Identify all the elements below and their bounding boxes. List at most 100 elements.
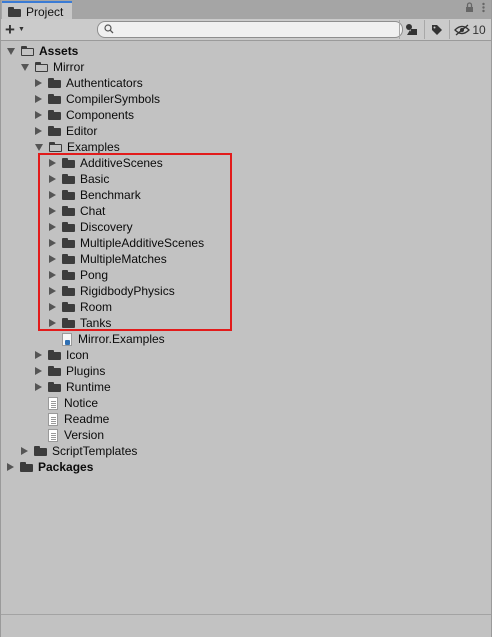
folder-icon <box>48 78 61 88</box>
tree-item-label: RigidbodyPhysics <box>80 284 175 298</box>
tree-row-chat[interactable]: Chat <box>49 203 105 219</box>
tree-row-scripttemplates[interactable]: ScriptTemplates <box>21 443 137 459</box>
folder-icon <box>62 318 75 328</box>
tree-row-packages[interactable]: Packages <box>7 459 93 475</box>
expand-arrow-right-icon[interactable] <box>7 463 14 471</box>
folder-icon <box>48 94 61 104</box>
tree-row-mirror-examples[interactable]: Mirror.Examples <box>62 331 165 347</box>
expand-arrow-right-icon[interactable] <box>21 447 28 455</box>
expand-arrow-down-icon[interactable] <box>35 144 43 151</box>
tree-row-icon[interactable]: Icon <box>35 347 89 363</box>
tree-row-runtime[interactable]: Runtime <box>35 379 111 395</box>
tree-item-label: Icon <box>66 348 89 362</box>
tree-row-compilersymbols[interactable]: CompilerSymbols <box>35 91 160 107</box>
tree-row-notice[interactable]: Notice <box>48 395 98 411</box>
expand-arrow-right-icon[interactable] <box>49 319 56 327</box>
expand-arrow-right-icon[interactable] <box>35 367 42 375</box>
tree-row-pong[interactable]: Pong <box>49 267 108 283</box>
folder-open-icon <box>49 142 62 152</box>
tree-item-label: MultipleMatches <box>80 252 167 266</box>
tree-row-multipleadditivescenes[interactable]: MultipleAdditiveScenes <box>49 235 204 251</box>
expand-arrow-right-icon[interactable] <box>49 255 56 263</box>
tree-row-room[interactable]: Room <box>49 299 112 315</box>
folder-icon <box>48 350 61 360</box>
tree-item-label: Components <box>66 108 135 122</box>
tree-row-benchmark[interactable]: Benchmark <box>49 187 141 203</box>
tree-row-multiplematches[interactable]: MultipleMatches <box>49 251 167 267</box>
folder-icon <box>62 174 75 184</box>
expand-arrow-right-icon[interactable] <box>35 351 42 359</box>
tree-row-rigidbodyphysics[interactable]: RigidbodyPhysics <box>49 283 175 299</box>
tree-row-mirror[interactable]: Mirror <box>21 59 84 75</box>
tag-icon <box>432 24 442 35</box>
tree-row-additivescenes[interactable]: AdditiveScenes <box>49 155 163 171</box>
folder-open-icon <box>21 46 34 56</box>
folder-icon <box>62 222 75 232</box>
text-file-icon <box>48 412 58 426</box>
tree-item-label: Benchmark <box>80 188 141 202</box>
tree-item-label: Plugins <box>66 364 106 378</box>
tree-row-basic[interactable]: Basic <box>49 171 109 187</box>
tree-row-components[interactable]: Components <box>35 107 134 123</box>
tree-row-authenticators[interactable]: Authenticators <box>35 75 143 91</box>
expand-arrow-right-icon[interactable] <box>49 207 56 215</box>
tree-item-label: ScriptTemplates <box>52 444 138 458</box>
folder-icon <box>62 158 75 168</box>
tree-item-label: Runtime <box>66 380 111 394</box>
expand-arrow-right-icon[interactable] <box>49 239 56 247</box>
folder-open-icon <box>35 62 48 72</box>
tree-row-assets[interactable]: Assets <box>7 43 78 59</box>
expand-arrow-right-icon[interactable] <box>35 383 42 391</box>
tree-row-version[interactable]: Version <box>48 427 104 443</box>
tree-row-examples[interactable]: Examples <box>35 139 120 155</box>
tree-item-label: Notice <box>64 396 99 410</box>
tab-actions <box>465 2 485 17</box>
expand-arrow-right-icon[interactable] <box>35 95 42 103</box>
eye-hidden-icon <box>454 24 471 35</box>
create-button[interactable]: + ▼ <box>5 21 35 38</box>
expand-arrow-right-icon[interactable] <box>35 127 42 135</box>
search-field[interactable] <box>97 21 403 38</box>
tab-project[interactable]: Project <box>2 1 72 20</box>
expand-arrow-right-icon[interactable] <box>49 303 56 311</box>
search-input[interactable] <box>114 22 382 37</box>
expand-arrow-down-icon[interactable] <box>7 48 15 55</box>
tree-item-label: Mirror.Examples <box>78 332 165 346</box>
tree-item-label: Packages <box>38 460 94 474</box>
expand-arrow-right-icon[interactable] <box>49 175 56 183</box>
expand-arrow-right-icon[interactable] <box>49 223 56 231</box>
plus-icon: + <box>5 19 15 39</box>
folder-icon <box>48 382 61 392</box>
tab-bar: Project <box>1 0 491 20</box>
tree-row-plugins[interactable]: Plugins <box>35 363 105 379</box>
filter-by-label-button[interactable] <box>424 20 449 39</box>
folder-icon <box>62 302 75 312</box>
expand-arrow-right-icon[interactable] <box>35 111 42 119</box>
expand-arrow-right-icon[interactable] <box>35 79 42 87</box>
expand-arrow-right-icon[interactable] <box>49 191 56 199</box>
tree-row-tanks[interactable]: Tanks <box>49 315 111 331</box>
folder-icon <box>62 254 75 264</box>
tree-item-label: Editor <box>66 124 98 138</box>
expand-arrow-right-icon[interactable] <box>49 287 56 295</box>
folder-icon <box>62 238 75 248</box>
folder-icon <box>8 6 21 17</box>
expand-arrow-right-icon[interactable] <box>49 271 56 279</box>
hidden-count: 10 <box>472 22 486 37</box>
tree-item-label: Basic <box>80 172 110 186</box>
tree-row-editor[interactable]: Editor <box>35 123 97 139</box>
tree-row-discovery[interactable]: Discovery <box>49 219 133 235</box>
hidden-packages-toggle[interactable]: 10 <box>449 20 490 39</box>
menu-icon[interactable] <box>482 2 485 17</box>
expand-arrow-down-icon[interactable] <box>21 64 29 71</box>
folder-icon <box>62 270 75 280</box>
tree-row-readme[interactable]: Readme <box>48 411 109 427</box>
expand-arrow-right-icon[interactable] <box>49 159 56 167</box>
tree-item-label: MultipleAdditiveScenes <box>80 236 205 250</box>
filter-by-type-button[interactable] <box>399 20 424 39</box>
tree-item-label: Readme <box>64 412 110 426</box>
toolbar: + ▼ 10 <box>1 19 491 41</box>
lock-icon[interactable] <box>465 2 474 17</box>
tree-item-label: Chat <box>80 204 106 218</box>
folder-icon <box>20 462 33 472</box>
